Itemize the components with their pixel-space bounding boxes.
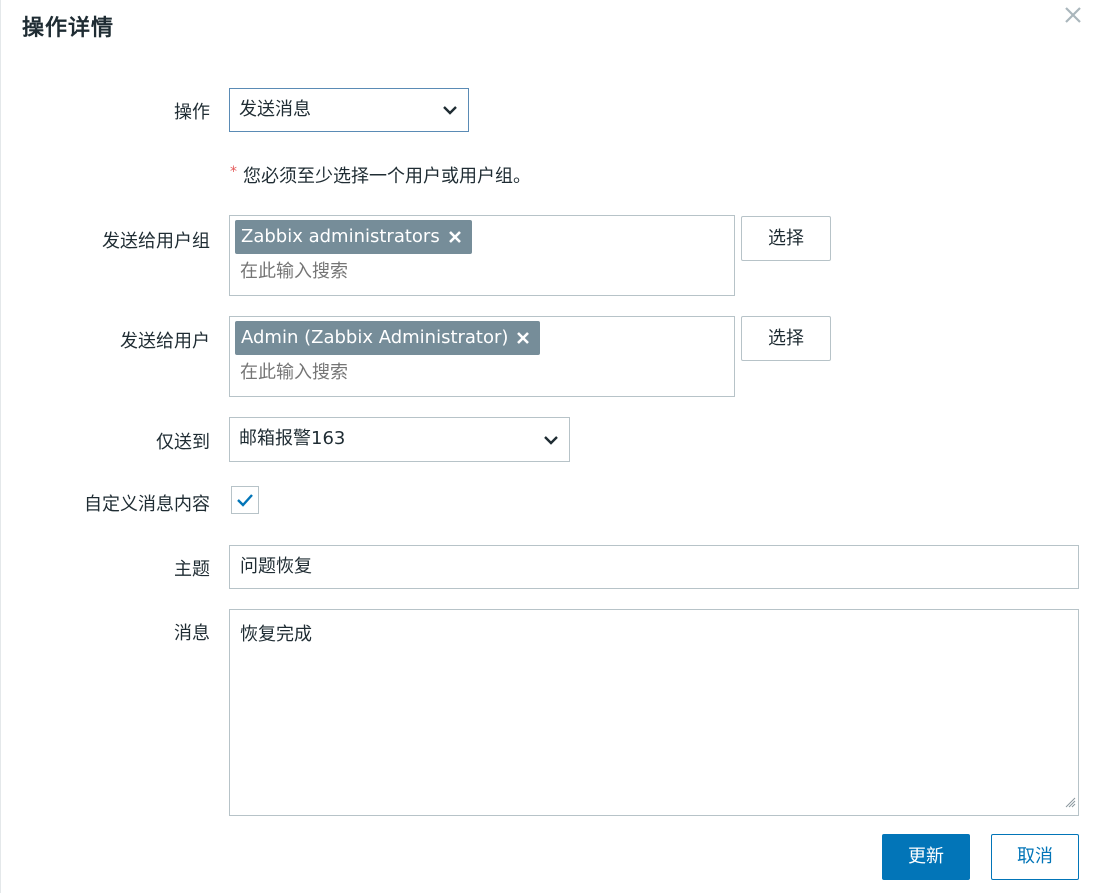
operation-select-value: 发送消息 — [239, 99, 311, 120]
groups-search-input[interactable] — [240, 261, 720, 282]
custom-message-label: 自定义消息内容 — [84, 494, 210, 515]
send-only-to-select[interactable]: 邮箱报警163 — [229, 417, 570, 462]
remove-tag-icon[interactable] — [448, 230, 462, 244]
send-to-groups-label: 发送给用户组 — [102, 231, 210, 252]
send-only-to-label: 仅送到 — [156, 432, 210, 453]
group-tag-label: Zabbix administrators — [241, 226, 440, 247]
select-users-button[interactable]: 选择 — [741, 316, 831, 361]
group-tag: Zabbix administrators — [235, 220, 472, 254]
send-to-groups-multiselect[interactable]: Zabbix administrators — [229, 215, 735, 296]
operation-select[interactable]: 发送消息 — [229, 88, 469, 132]
operation-label: 操作 — [174, 102, 210, 123]
message-textarea[interactable]: 恢复完成 — [229, 609, 1079, 816]
close-icon[interactable] — [1059, 1, 1087, 29]
dialog-title: 操作详情 — [22, 16, 115, 41]
custom-message-checkbox[interactable] — [231, 486, 259, 514]
select-groups-button[interactable]: 选择 — [741, 216, 831, 261]
send-to-users-label: 发送给用户 — [120, 331, 210, 352]
cancel-button[interactable]: 取消 — [991, 834, 1079, 880]
operation-details-dialog: 操作详情 操作 发送消息 * 您必须至少选择一个用户或用户组。 发送给用户组 Za… — [0, 0, 1100, 893]
message-label: 消息 — [174, 623, 210, 644]
message-text: 恢复完成 — [240, 624, 312, 645]
subject-label: 主题 — [174, 559, 210, 580]
user-tag-label: Admin (Zabbix Administrator) — [241, 327, 509, 348]
chevron-down-icon — [543, 418, 559, 461]
required-note: * 您必须至少选择一个用户或用户组。 — [230, 162, 531, 188]
users-search-input[interactable] — [240, 362, 720, 383]
user-tag: Admin (Zabbix Administrator) — [235, 321, 541, 355]
send-only-to-value: 邮箱报警163 — [239, 428, 346, 449]
required-note-text: 您必须至少选择一个用户或用户组。 — [243, 166, 531, 187]
remove-tag-icon[interactable] — [516, 331, 530, 345]
send-to-users-multiselect[interactable]: Admin (Zabbix Administrator) — [229, 316, 735, 397]
checkmark-icon — [237, 494, 253, 507]
update-button[interactable]: 更新 — [882, 834, 970, 880]
chevron-down-icon — [442, 89, 458, 131]
resize-grip-icon[interactable] — [1064, 792, 1076, 813]
required-star: * — [230, 164, 237, 180]
subject-input[interactable]: 问题恢复 — [229, 545, 1079, 589]
